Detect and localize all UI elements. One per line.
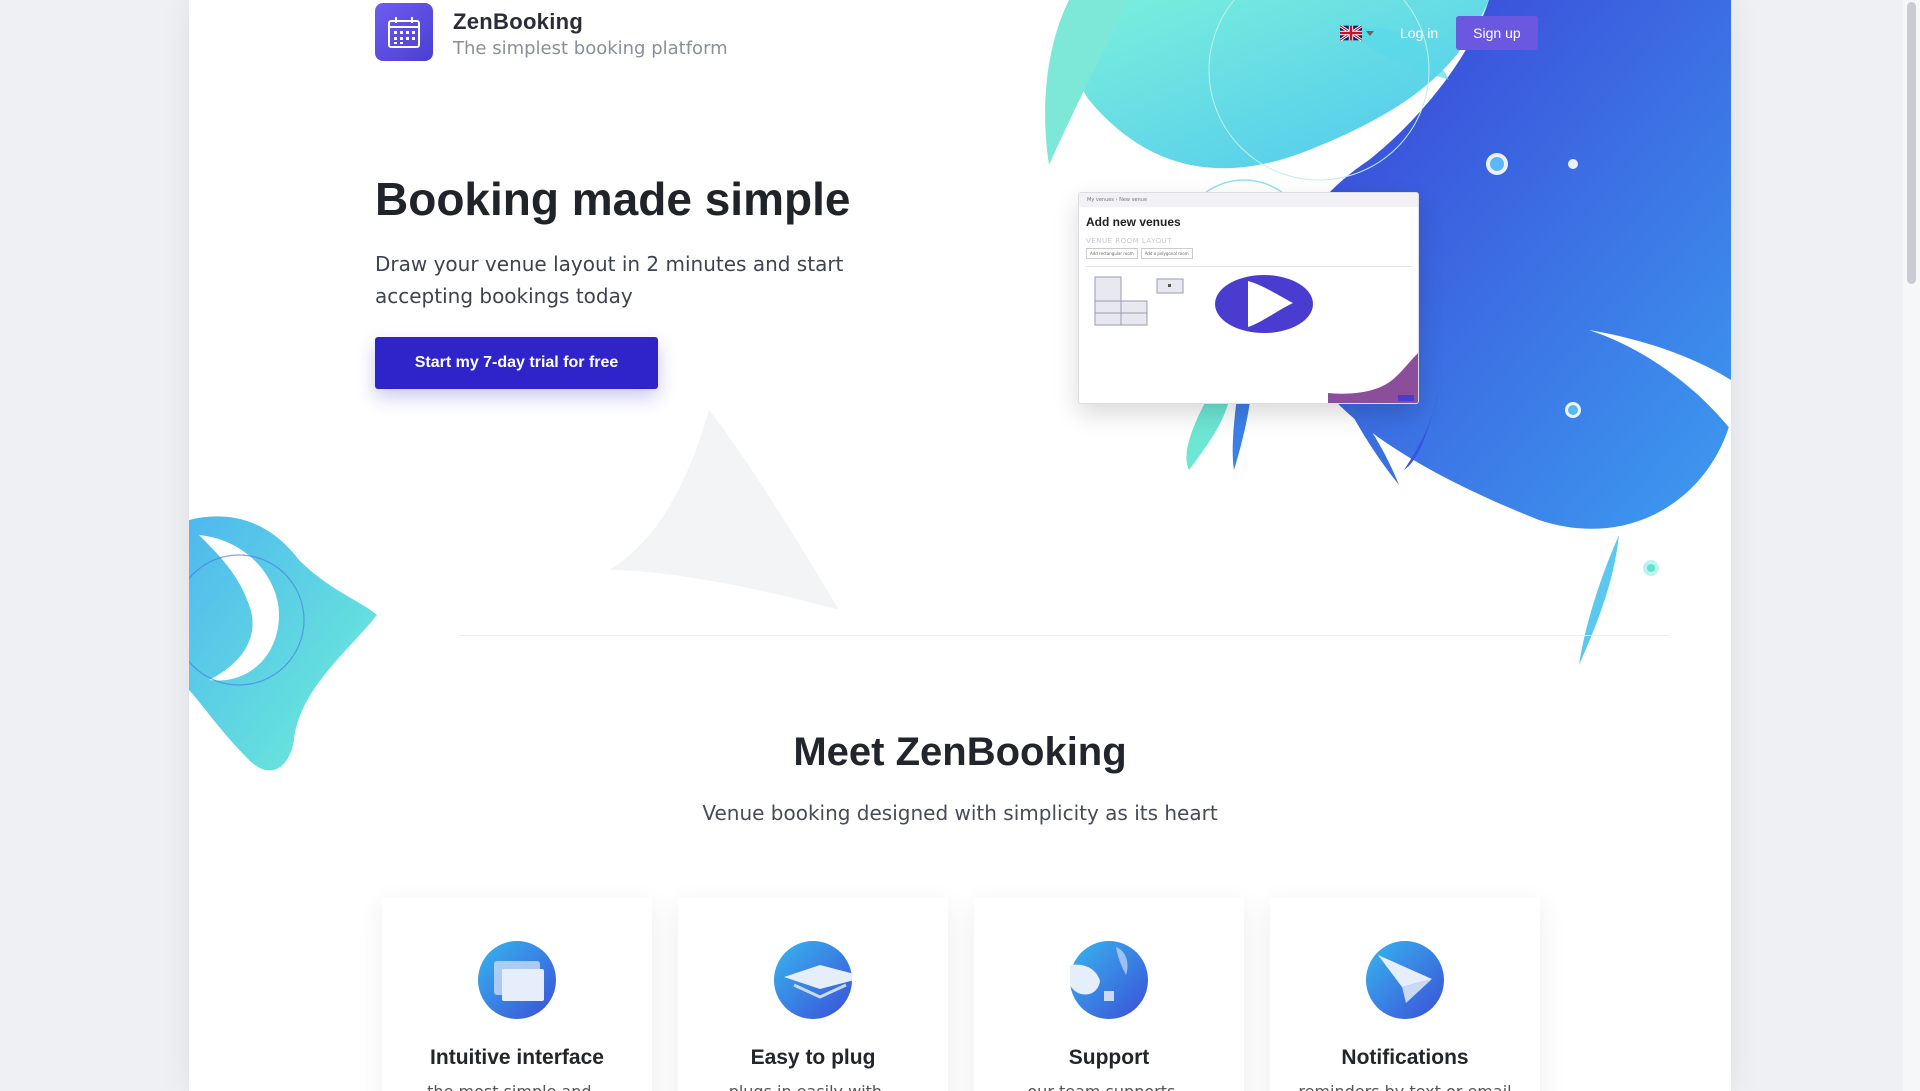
feature-title: Support [1068, 1046, 1150, 1069]
room-layout-icon [1094, 276, 1184, 326]
brand-tagline: The simplest booking platform [453, 38, 728, 59]
feature-title: Notifications [1341, 1046, 1469, 1069]
brand[interactable]: ZenBooking The simplest booking platform [375, 3, 728, 61]
feature-title: Easy to plug [750, 1046, 876, 1069]
language-selector[interactable] [1340, 25, 1374, 41]
feature-title: Intuitive interface [430, 1046, 604, 1069]
page-scrollbar[interactable] [1903, 0, 1920, 1091]
signup-button[interactable]: Sign up [1456, 16, 1538, 50]
mockup-section-label: VENUE ROOM LAYOUT [1086, 237, 1172, 245]
hero-title: Booking made simple [375, 173, 851, 225]
meet-subtitle: Venue booking designed with simplicity a… [702, 801, 1218, 825]
feature-card-intuitive: Intuitive interface the most simple and.… [382, 898, 652, 1091]
mockup-canvas [1085, 266, 1418, 403]
feature-description: our team supports... [974, 1082, 1244, 1091]
product-video-preview[interactable]: My venues › New venue Add new venues VEN… [1078, 192, 1419, 404]
feature-description: plugs in easily with... [678, 1082, 948, 1091]
feature-cards: Intuitive interface the most simple and.… [382, 898, 1566, 1091]
mockup-corner-decoration [1328, 353, 1418, 403]
start-trial-button[interactable]: Start my 7-day trial for free [375, 337, 658, 389]
top-nav: Log in Sign up [1340, 16, 1538, 50]
mockup-breadcrumb: My venues › New venue [1079, 193, 1418, 207]
login-link[interactable]: Log in [1400, 25, 1438, 41]
feature-description: the most simple and... [382, 1082, 652, 1091]
window-icon [478, 941, 556, 1019]
mockup-button: Add rectangular room [1086, 248, 1138, 259]
mockup-button: Add a polygonal room [1140, 248, 1193, 259]
hero-subtitle: Draw your venue layout in 2 minutes and … [375, 252, 844, 308]
chevron-down-icon [1366, 30, 1374, 36]
brand-name: ZenBooking [453, 9, 584, 34]
section-divider [459, 635, 1669, 636]
feature-card-easy-plug: Easy to plug plugs in easily with... [678, 898, 948, 1091]
uk-flag-icon [1340, 25, 1362, 41]
feature-card-support: Support our team supports... [974, 898, 1244, 1091]
layers-icon [774, 941, 866, 1019]
play-icon[interactable] [1215, 275, 1313, 333]
feature-card-notifications: Notifications reminders by text or email [1270, 898, 1540, 1091]
mockup-buttons: Add rectangular room Add a polygonal roo… [1086, 248, 1418, 259]
landing-page: ZenBooking The simplest booking platform… [189, 0, 1731, 1091]
brand-text: ZenBooking The simplest booking platform [453, 9, 728, 59]
scrollbar-thumb[interactable] [1907, 2, 1916, 284]
calendar-logo-icon [375, 3, 433, 61]
feature-description: reminders by text or email [1270, 1082, 1540, 1091]
support-icon [1064, 941, 1148, 1019]
paper-plane-icon [1366, 941, 1444, 1019]
mockup-title: Add new venues [1086, 215, 1181, 229]
meet-title: Meet ZenBooking [793, 730, 1127, 774]
